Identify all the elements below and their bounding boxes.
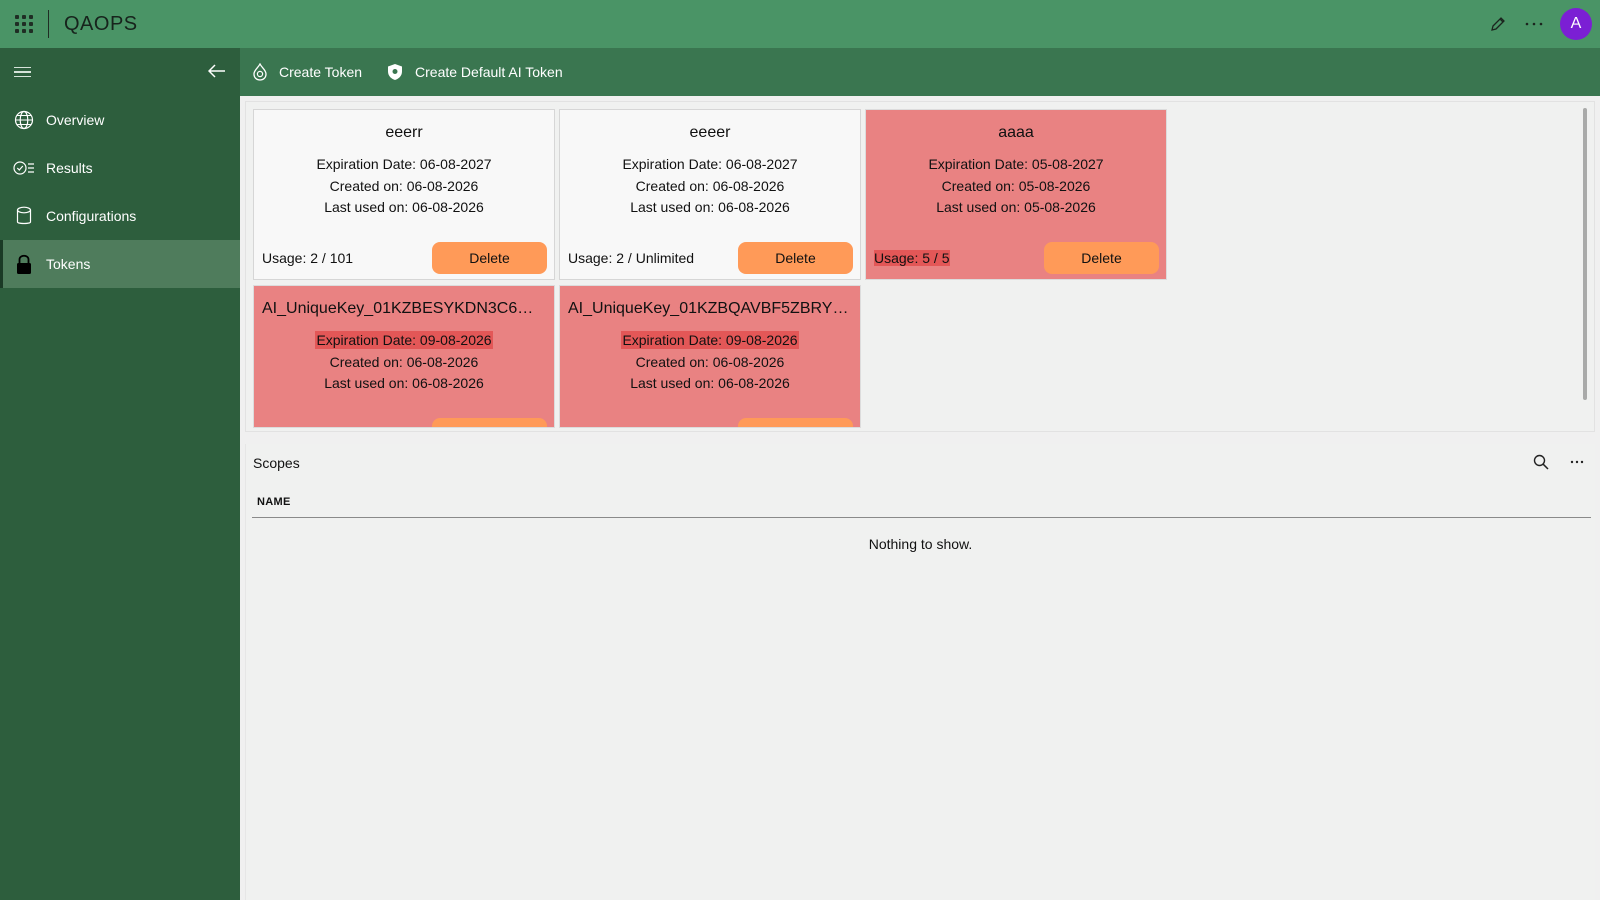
tokens-panel: eeerr Expiration Date: 06-08-2027 Create… bbox=[245, 101, 1595, 432]
delete-button[interactable]: Delete bbox=[1044, 242, 1159, 274]
sidebar-item-label: Overview bbox=[46, 112, 105, 128]
title-divider bbox=[48, 10, 49, 38]
token-last-used: Last used on: 06-08-2026 bbox=[630, 199, 790, 215]
token-created: Created on: 06-08-2026 bbox=[329, 178, 479, 194]
token-icon bbox=[253, 63, 267, 81]
sidebar-item-label: Results bbox=[46, 160, 93, 176]
scrollbar[interactable] bbox=[1583, 108, 1587, 400]
token-created: Created on: 06-08-2026 bbox=[635, 354, 785, 370]
shield-icon bbox=[388, 64, 403, 80]
sidebar-item-results[interactable]: Results bbox=[0, 144, 240, 192]
token-usage: Usage: 2 / 101 bbox=[262, 250, 354, 266]
token-usage: Usage: 2 / Unlimited bbox=[568, 250, 695, 266]
app-title: QAOPS bbox=[64, 12, 138, 35]
column-header-name[interactable]: NAME bbox=[257, 496, 291, 508]
create-token-button[interactable]: Create Token bbox=[240, 48, 374, 96]
token-expiration-warning: Expiration Date: 09-08-2026 bbox=[315, 331, 493, 349]
more-icon[interactable] bbox=[1559, 444, 1595, 480]
token-last-used: Last used on: 06-08-2026 bbox=[324, 199, 484, 215]
waffle-icon[interactable] bbox=[0, 0, 48, 48]
empty-message: Nothing to show. bbox=[868, 536, 973, 552]
token-name: AI_UniqueKey_01KZBESYKDN3C6WB6... bbox=[262, 300, 554, 317]
database-icon bbox=[13, 205, 35, 227]
scopes-title: Scopes bbox=[253, 455, 300, 471]
sidebar-item-configurations[interactable]: Configurations bbox=[0, 192, 240, 240]
token-card-expired: AI_UniqueKey_01KZBQAVBF5ZBRYTFY... Expir… bbox=[559, 285, 861, 428]
token-card-expired: AI_UniqueKey_01KZBESYKDN3C6WB6... Expira… bbox=[253, 285, 555, 428]
token-name: aaaa bbox=[998, 124, 1034, 141]
token-last-used: Last used on: 06-08-2026 bbox=[324, 375, 484, 391]
token-expiration: Expiration Date: 05-08-2027 bbox=[928, 156, 1104, 172]
sidebar-item-label: Configurations bbox=[46, 208, 137, 224]
token-name: eeeer bbox=[689, 124, 731, 141]
create-default-ai-token-label: Create Default AI Token bbox=[415, 64, 563, 80]
sidebar-item-label: Tokens bbox=[46, 256, 91, 272]
top-bar: QAOPS A bbox=[0, 0, 1600, 48]
scopes-panel: Scopes NAME Nothing to show. bbox=[245, 444, 1595, 900]
token-expiration-warning: Expiration Date: 09-08-2026 bbox=[621, 331, 799, 349]
token-name: AI_UniqueKey_01KZBQAVBF5ZBRYTFY... bbox=[568, 300, 860, 317]
globe-icon bbox=[13, 109, 35, 131]
create-token-label: Create Token bbox=[279, 64, 363, 80]
more-icon[interactable] bbox=[1516, 0, 1552, 48]
delete-button[interactable]: Delete bbox=[738, 242, 853, 274]
search-icon[interactable] bbox=[1523, 444, 1559, 480]
avatar[interactable]: A bbox=[1560, 8, 1592, 40]
edit-icon[interactable] bbox=[1480, 0, 1516, 48]
back-arrow-icon[interactable] bbox=[207, 62, 226, 83]
delete-button[interactable]: Delete bbox=[432, 242, 547, 274]
sidebar: Overview Results Configurations Tokens bbox=[0, 48, 240, 900]
lock-icon bbox=[13, 253, 35, 275]
sidebar-item-tokens[interactable]: Tokens bbox=[0, 240, 240, 288]
token-expiration: Expiration Date: 06-08-2027 bbox=[622, 156, 798, 172]
delete-button[interactable] bbox=[738, 418, 853, 427]
token-created: Created on: 05-08-2026 bbox=[941, 178, 1091, 194]
token-created: Created on: 06-08-2026 bbox=[635, 178, 785, 194]
token-created: Created on: 06-08-2026 bbox=[329, 354, 479, 370]
token-last-used: Last used on: 06-08-2026 bbox=[630, 375, 790, 391]
header-divider bbox=[252, 517, 1591, 518]
menu-icon[interactable] bbox=[14, 66, 31, 78]
command-bar: Create Token Create Default AI Token bbox=[240, 48, 1600, 96]
delete-button[interactable] bbox=[432, 418, 547, 427]
token-expiration: Expiration Date: 06-08-2027 bbox=[316, 156, 492, 172]
token-name: eeerr bbox=[385, 124, 423, 141]
token-last-used: Last used on: 05-08-2026 bbox=[936, 199, 1096, 215]
token-card-expired: aaaa Expiration Date: 05-08-2027 Created… bbox=[865, 109, 1167, 280]
token-card: eeerr Expiration Date: 06-08-2027 Create… bbox=[253, 109, 555, 280]
token-card: eeeer Expiration Date: 06-08-2027 Create… bbox=[559, 109, 861, 280]
checklist-icon bbox=[13, 157, 35, 179]
create-default-ai-token-button[interactable]: Create Default AI Token bbox=[374, 48, 575, 96]
sidebar-item-overview[interactable]: Overview bbox=[0, 96, 240, 144]
token-usage-exceeded: Usage: 5 / 5 bbox=[874, 250, 950, 266]
